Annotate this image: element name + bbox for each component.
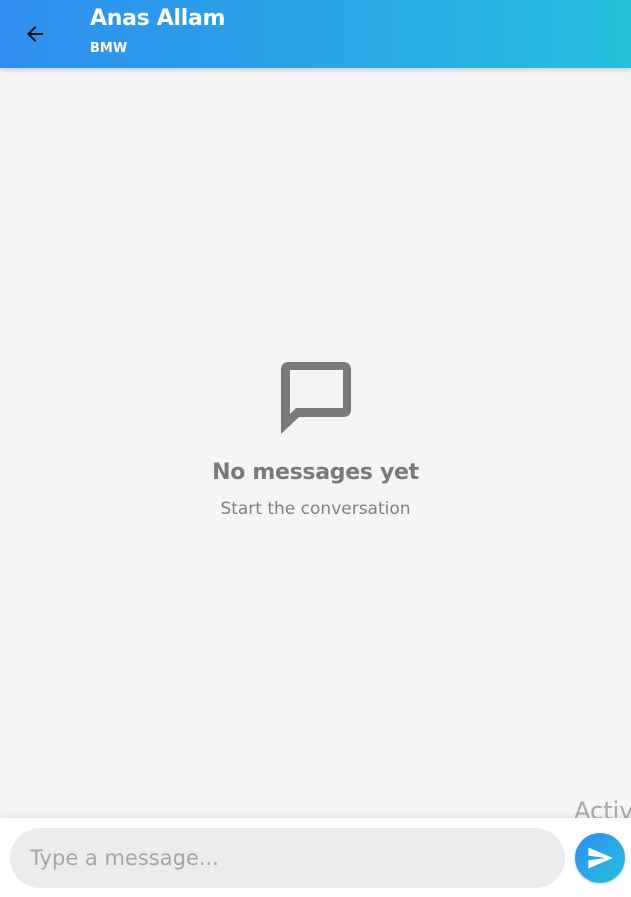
contact-name: Anas Allam [90,6,226,31]
chat-screen: Anas Allam BMW No messages yet Start the… [0,0,631,897]
send-button[interactable] [575,833,625,883]
back-button[interactable] [17,16,53,52]
empty-state: No messages yet Start the conversation [0,362,631,519]
chat-bubble-icon [280,362,351,434]
message-composer [0,818,631,897]
message-input[interactable] [10,828,565,888]
app-bar: Anas Allam BMW [0,0,631,68]
empty-state-title: No messages yet [212,460,419,485]
contact-subtitle: BMW [90,41,128,56]
arrow-left-icon [27,26,43,42]
empty-state-subtitle: Start the conversation [220,499,411,519]
send-icon [588,847,613,869]
